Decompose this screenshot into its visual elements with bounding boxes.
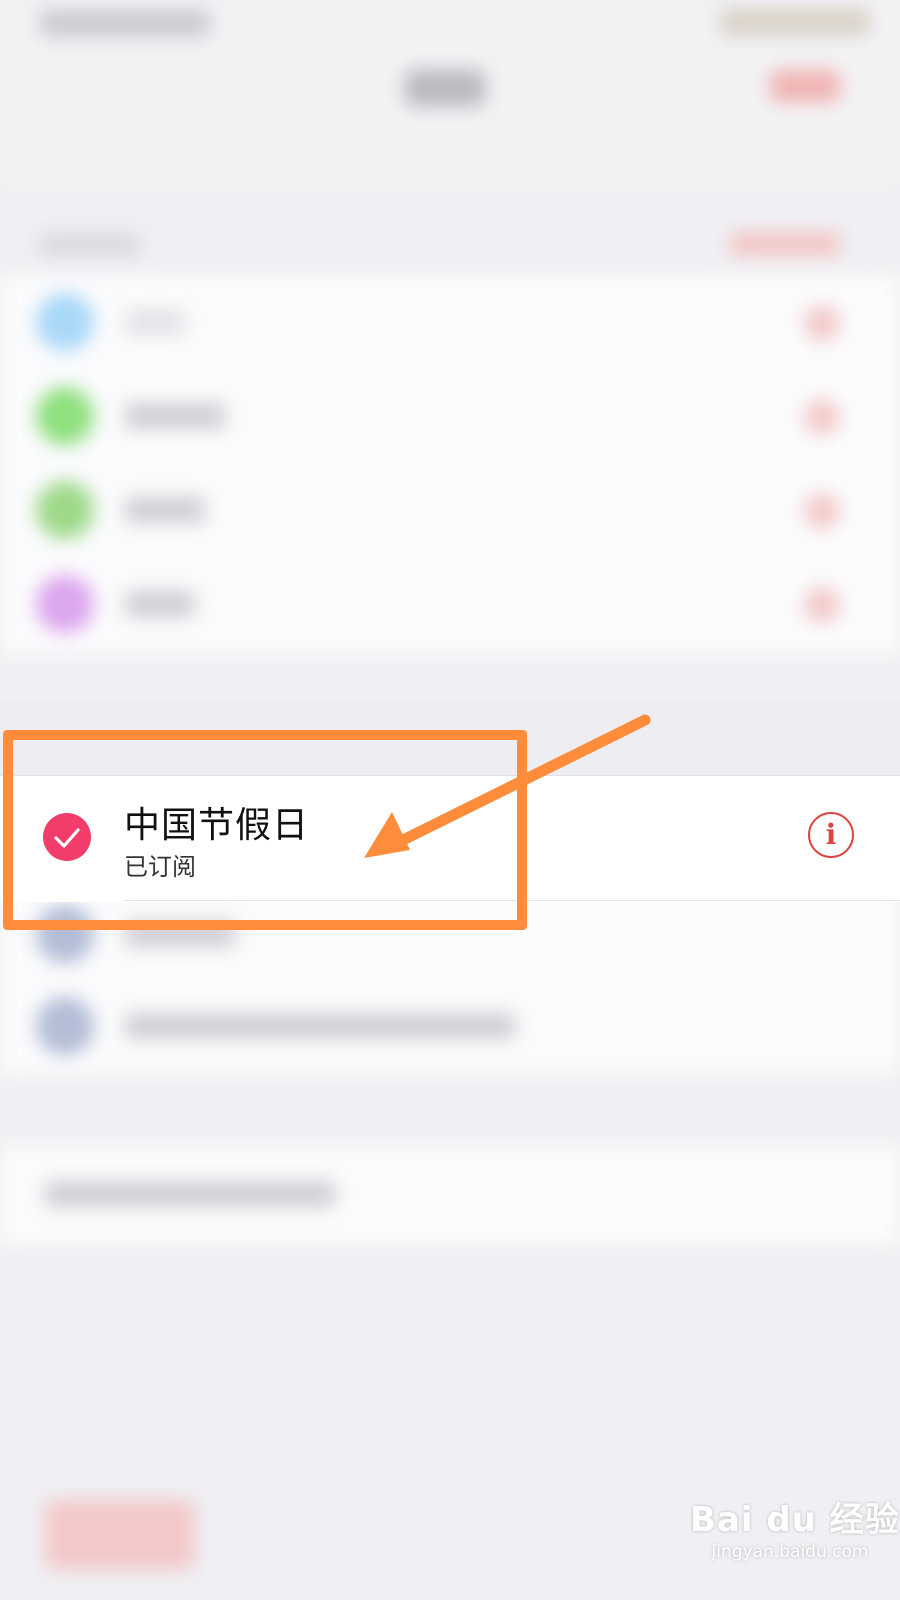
watermark-url: jingyan.baidu.com: [711, 1542, 869, 1562]
watermark-logo: Bai du 经验: [690, 1500, 900, 1540]
baidu-watermark: Bai du 经验 jingyan.baidu.com: [690, 1500, 900, 1590]
calendar-settings-screen: 中国节假日 已订阅 i Bai du 经验 jingyan.baidu.com: [0, 0, 900, 1600]
arrow-pointer-icon: [364, 714, 651, 858]
